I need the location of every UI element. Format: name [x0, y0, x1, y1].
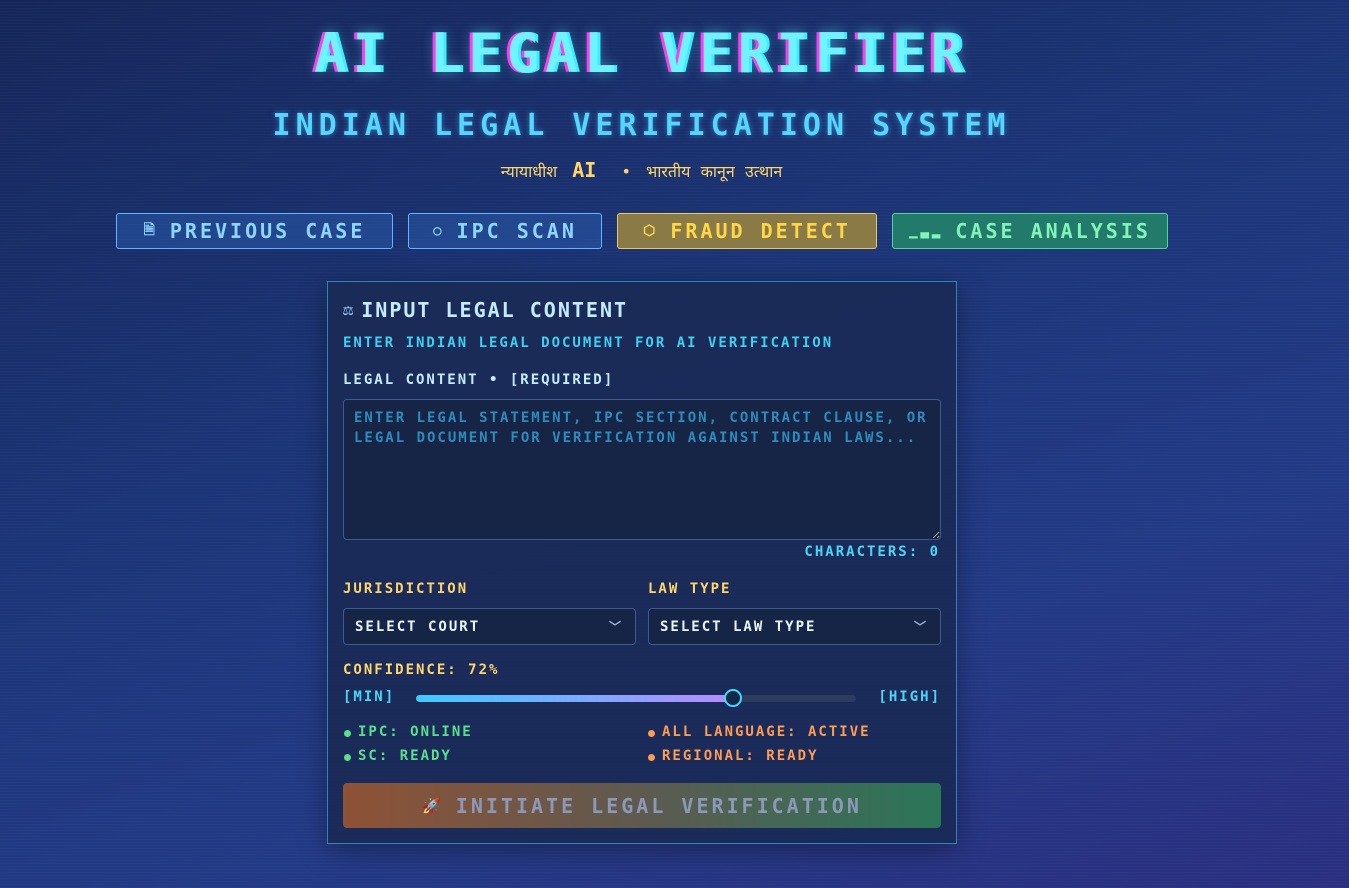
- ipc-scan-button[interactable]: ○ IPC SCAN: [408, 213, 602, 249]
- tagline: न्यायाधीश AI • भारतीय कानून उत्थान: [0, 158, 1283, 182]
- tagline-ai: AI: [572, 158, 597, 182]
- legal-content-input[interactable]: [343, 399, 941, 540]
- jurisdiction-select[interactable]: SELECT COURT ﹀: [343, 608, 636, 645]
- app-subtitle: INDIAN LEGAL VERIFICATION SYSTEM: [272, 108, 1011, 143]
- shield-icon: ⬡: [643, 223, 659, 239]
- status-dot: [648, 754, 655, 761]
- status-regional-text: REGIONAL: READY: [662, 748, 819, 764]
- jurisdiction-label: JURISDICTION: [343, 581, 469, 597]
- law-type-label: LAW TYPE: [648, 581, 732, 597]
- fraud-detect-button[interactable]: ⬡ FRAUD DETECT: [617, 213, 877, 249]
- bar-chart-icon: ▁▃▂: [909, 223, 944, 239]
- confidence-slider-row: [MIN] [HIGH]: [343, 687, 941, 709]
- confidence-slider[interactable]: [416, 689, 856, 707]
- chevron-down-icon: ﹀: [913, 620, 928, 634]
- slider-max-label: [HIGH]: [878, 689, 941, 705]
- status-ipc: IPC: ONLINE: [344, 724, 473, 740]
- previous-case-label: PREVIOUS CASE: [169, 219, 366, 243]
- input-card: ⚖ INPUT LEGAL CONTENT ENTER INDIAN LEGAL…: [327, 281, 957, 844]
- status-regional: REGIONAL: READY: [648, 748, 818, 764]
- document-icon: 🗎: [143, 222, 158, 238]
- scales-icon: ⚖: [343, 300, 356, 320]
- status-ipc-text: IPC: ONLINE: [358, 724, 473, 740]
- confidence-slider-fill: [416, 695, 733, 702]
- jurisdiction-value: SELECT COURT: [355, 618, 481, 635]
- app-title: AI LEGAL VERIFIER: [314, 22, 969, 85]
- status-dot: [648, 730, 655, 737]
- character-count: CHARACTERS: 0: [804, 544, 940, 560]
- initiate-verification-button[interactable]: 🚀 INITIATE LEGAL VERIFICATION: [343, 783, 941, 828]
- status-all-language: ALL LANGUAGE: ACTIVE: [648, 724, 871, 740]
- case-analysis-label: CASE ANALYSIS: [955, 219, 1151, 243]
- status-sc-text: SC: READY: [358, 748, 452, 764]
- card-subtitle: ENTER INDIAN LEGAL DOCUMENT FOR AI VERIF…: [343, 335, 834, 351]
- law-type-value: SELECT LAW TYPE: [660, 618, 817, 635]
- confidence-label: CONFIDENCE: 72%: [343, 662, 500, 678]
- ipc-scan-label: IPC SCAN: [456, 219, 577, 243]
- confidence-slider-thumb[interactable]: [723, 689, 742, 707]
- status-sc: SC: READY: [344, 748, 452, 764]
- card-title-text: INPUT LEGAL CONTENT: [361, 298, 629, 322]
- status-dot: [344, 730, 351, 737]
- previous-case-button[interactable]: 🗎 PREVIOUS CASE: [116, 213, 393, 249]
- status-all-language-text: ALL LANGUAGE: ACTIVE: [662, 724, 871, 740]
- tagline-dot: •: [621, 162, 631, 181]
- tagline-left: न्यायाधीश: [500, 162, 558, 181]
- case-analysis-button[interactable]: ▁▃▂ CASE ANALYSIS: [892, 213, 1168, 249]
- status-dot: [344, 754, 351, 761]
- rocket-icon: 🚀: [422, 796, 444, 815]
- legal-content-label: LEGAL CONTENT • [REQUIRED]: [343, 372, 615, 388]
- fraud-detect-label: FRAUD DETECT: [670, 219, 851, 243]
- slider-min-label: [MIN]: [343, 689, 396, 705]
- initiate-verification-label: INITIATE LEGAL VERIFICATION: [455, 793, 862, 818]
- chevron-down-icon: ﹀: [608, 620, 623, 634]
- tagline-right: भारतीय कानून उत्थान: [645, 162, 783, 181]
- law-type-select[interactable]: SELECT LAW TYPE ﹀: [648, 608, 941, 645]
- search-icon: ○: [433, 223, 445, 239]
- card-title: ⚖ INPUT LEGAL CONTENT: [343, 298, 628, 322]
